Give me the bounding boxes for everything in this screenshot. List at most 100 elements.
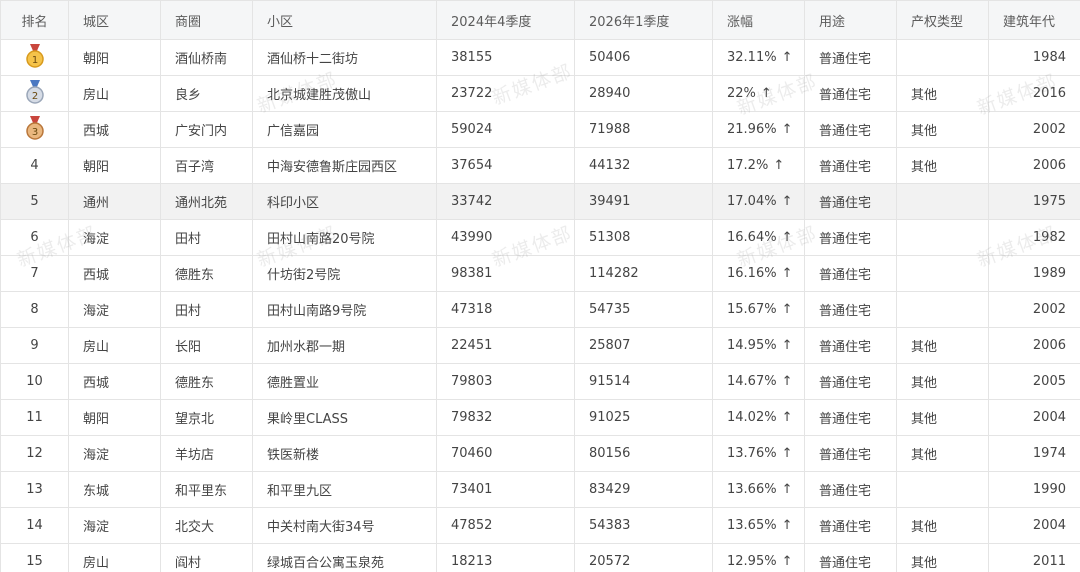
cell-rise: 16.64% ↑ (712, 219, 805, 256)
col-header-district[interactable]: 城区 (68, 0, 161, 40)
cell-district: 朝阳 (68, 147, 161, 184)
cell-district: 海淀 (68, 291, 161, 328)
up-arrow-icon: ↑ (781, 302, 793, 317)
cell-q4-2024: 33742 (436, 183, 575, 220)
col-header-build-year[interactable]: 建筑年代 (988, 0, 1080, 40)
table-row[interactable]: 6 海淀 田村 田村山南路20号院 43990 51308 16.64% ↑ 普通住宅 1982 (0, 219, 1080, 256)
cell-q1-2026: 91025 (574, 399, 713, 436)
table-row[interactable]: 2 房山 良乡 北京城建胜茂傲山 23722 28940 22% ↑ 普通住宅 其他 2016 (0, 75, 1080, 112)
table-row[interactable]: 14 海淀 北交大 中关村南大街34号 47852 54383 13.65% ↑ 普通住宅 其他 2… (0, 507, 1080, 544)
cell-rise: 17.04% ↑ (712, 183, 805, 220)
cell-rank: 1 (0, 39, 69, 76)
bronze-medal-icon: 3 (25, 115, 45, 144)
up-arrow-icon: ↑ (760, 86, 772, 101)
cell-property-type (896, 255, 989, 292)
cell-district: 海淀 (68, 507, 161, 544)
table-row[interactable]: 8 海淀 田村 田村山南路9号院 47318 54735 15.67% ↑ 普通住宅 2002 (0, 291, 1080, 328)
col-header-community[interactable]: 小区 (252, 0, 437, 40)
cell-property-type: 其他 (896, 75, 989, 112)
col-header-q1-2026[interactable]: 2026年1季度 (574, 0, 713, 40)
cell-community: 德胜置业 (252, 363, 437, 400)
cell-district: 房山 (68, 75, 161, 112)
up-arrow-icon: ↑ (781, 194, 793, 209)
table-row[interactable]: 13 东城 和平里东 和平里九区 73401 83429 13.66% ↑ 普通住宅 1990 (0, 471, 1080, 508)
cell-q1-2026: 54735 (574, 291, 713, 328)
cell-property-type: 其他 (896, 363, 989, 400)
cell-business-area: 德胜东 (160, 363, 253, 400)
cell-q1-2026: 71988 (574, 111, 713, 148)
cell-build-year: 2002 (988, 291, 1080, 328)
col-header-property-type[interactable]: 产权类型 (896, 0, 989, 40)
cell-rise: 15.67% ↑ (712, 291, 805, 328)
cell-q1-2026: 51308 (574, 219, 713, 256)
col-header-business-area[interactable]: 商圈 (160, 0, 253, 40)
cell-community: 田村山南路20号院 (252, 219, 437, 256)
svg-text:3: 3 (31, 127, 37, 138)
cell-rank: 5 (0, 183, 69, 220)
cell-rank: 13 (0, 471, 69, 508)
cell-q4-2024: 70460 (436, 435, 575, 472)
table-row[interactable]: 12 海淀 羊坊店 铁医新楼 70460 80156 13.76% ↑ 普通住宅 其他 1974 (0, 435, 1080, 472)
col-header-usage[interactable]: 用途 (804, 0, 897, 40)
cell-q4-2024: 47852 (436, 507, 575, 544)
cell-build-year: 2004 (988, 399, 1080, 436)
cell-community: 中海安德鲁斯庄园西区 (252, 147, 437, 184)
cell-usage: 普通住宅 (804, 471, 897, 508)
table-row[interactable]: 11 朝阳 望京北 果岭里CLASS 79832 91025 14.02% ↑ 普通住宅 其他 20… (0, 399, 1080, 436)
cell-q1-2026: 114282 (574, 255, 713, 292)
cell-rank: 10 (0, 363, 69, 400)
cell-usage: 普通住宅 (804, 327, 897, 364)
cell-business-area: 田村 (160, 291, 253, 328)
cell-q1-2026: 80156 (574, 435, 713, 472)
cell-community: 绿城百合公寓玉泉苑 (252, 543, 437, 572)
table-row[interactable]: 7 西城 德胜东 什坊街2号院 98381 114282 16.16% ↑ 普通住宅 1989 (0, 255, 1080, 292)
cell-rise: 21.96% ↑ (712, 111, 805, 148)
cell-rise: 13.65% ↑ (712, 507, 805, 544)
cell-district: 西城 (68, 111, 161, 148)
table-row[interactable]: 15 房山 阎村 绿城百合公寓玉泉苑 18213 20572 12.95% ↑ 普通住宅 其他 20… (0, 543, 1080, 572)
svg-text:1: 1 (31, 55, 37, 66)
cell-build-year: 1989 (988, 255, 1080, 292)
col-header-rank[interactable]: 排名 (0, 0, 69, 40)
cell-property-type (896, 291, 989, 328)
cell-q1-2026: 44132 (574, 147, 713, 184)
table-row[interactable]: 5 通州 通州北苑 科印小区 33742 39491 17.04% ↑ 普通住宅 1975 (0, 183, 1080, 220)
cell-rank: 11 (0, 399, 69, 436)
cell-property-type (896, 471, 989, 508)
cell-build-year: 2006 (988, 327, 1080, 364)
cell-district: 海淀 (68, 435, 161, 472)
table-row[interactable]: 3 西城 广安门内 广信嘉园 59024 71988 21.96% ↑ 普通住宅 其他 2002 (0, 111, 1080, 148)
cell-community: 广信嘉园 (252, 111, 437, 148)
rise-value: 17.04% (727, 194, 777, 209)
cell-district: 房山 (68, 327, 161, 364)
up-arrow-icon: ↑ (781, 446, 793, 461)
table-row[interactable]: 1 朝阳 酒仙桥南 酒仙桥十二街坊 38155 50406 32.11% ↑ 普通住宅 1984 (0, 39, 1080, 76)
cell-rank: 6 (0, 219, 69, 256)
cell-community: 果岭里CLASS (252, 399, 437, 436)
cell-build-year: 2004 (988, 507, 1080, 544)
table-row[interactable]: 4 朝阳 百子湾 中海安德鲁斯庄园西区 37654 44132 17.2% ↑ 普通住宅 其他 20… (0, 147, 1080, 184)
cell-build-year: 1975 (988, 183, 1080, 220)
cell-rise: 14.67% ↑ (712, 363, 805, 400)
col-header-q4-2024[interactable]: 2024年4季度 (436, 0, 575, 40)
up-arrow-icon: ↑ (781, 122, 793, 137)
cell-build-year: 1984 (988, 39, 1080, 76)
table-row[interactable]: 9 房山 长阳 加州水郡一期 22451 25807 14.95% ↑ 普通住宅 其他 2006 (0, 327, 1080, 364)
rise-value: 16.16% (727, 266, 777, 281)
cell-business-area: 酒仙桥南 (160, 39, 253, 76)
cell-q4-2024: 23722 (436, 75, 575, 112)
cell-q4-2024: 47318 (436, 291, 575, 328)
table-row[interactable]: 10 西城 德胜东 德胜置业 79803 91514 14.67% ↑ 普通住宅 其他 2005 (0, 363, 1080, 400)
svg-text:2: 2 (31, 91, 37, 102)
cell-rise: 22% ↑ (712, 75, 805, 112)
ranking-table: 排名 城区 商圈 小区 2024年4季度 2026年1季度 涨幅 用途 产权类型… (0, 0, 1080, 572)
up-arrow-icon: ↑ (781, 554, 793, 569)
cell-rank: 9 (0, 327, 69, 364)
cell-q4-2024: 18213 (436, 543, 575, 572)
cell-district: 海淀 (68, 219, 161, 256)
cell-business-area: 北交大 (160, 507, 253, 544)
cell-rise: 14.95% ↑ (712, 327, 805, 364)
col-header-rise[interactable]: 涨幅 (712, 0, 805, 40)
cell-rank: 7 (0, 255, 69, 292)
cell-q4-2024: 98381 (436, 255, 575, 292)
